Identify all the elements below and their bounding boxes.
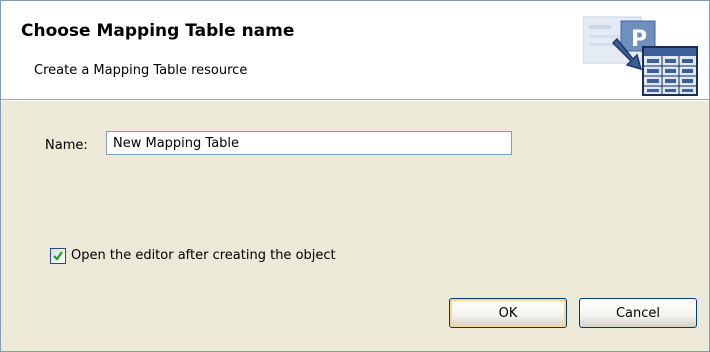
header-separator-highlight (1, 100, 709, 101)
mapping-table-dialog: Choose Mapping Table name Create a Mappi… (0, 0, 710, 352)
dialog-title: Choose Mapping Table name (21, 21, 295, 41)
cancel-button[interactable]: Cancel (579, 298, 697, 328)
ok-button[interactable]: OK (449, 298, 567, 328)
mapping-table-wizard-icon: P (583, 16, 698, 96)
name-input[interactable] (106, 131, 512, 155)
dialog-subtitle: Create a Mapping Table resource (34, 63, 248, 78)
dialog-header: Choose Mapping Table name Create a Mappi… (1, 1, 709, 99)
checkmark-icon (53, 251, 63, 261)
open-editor-label[interactable]: Open the editor after creating the objec… (71, 248, 336, 263)
open-editor-checkbox[interactable] (50, 248, 66, 264)
name-label: Name: (45, 138, 88, 153)
